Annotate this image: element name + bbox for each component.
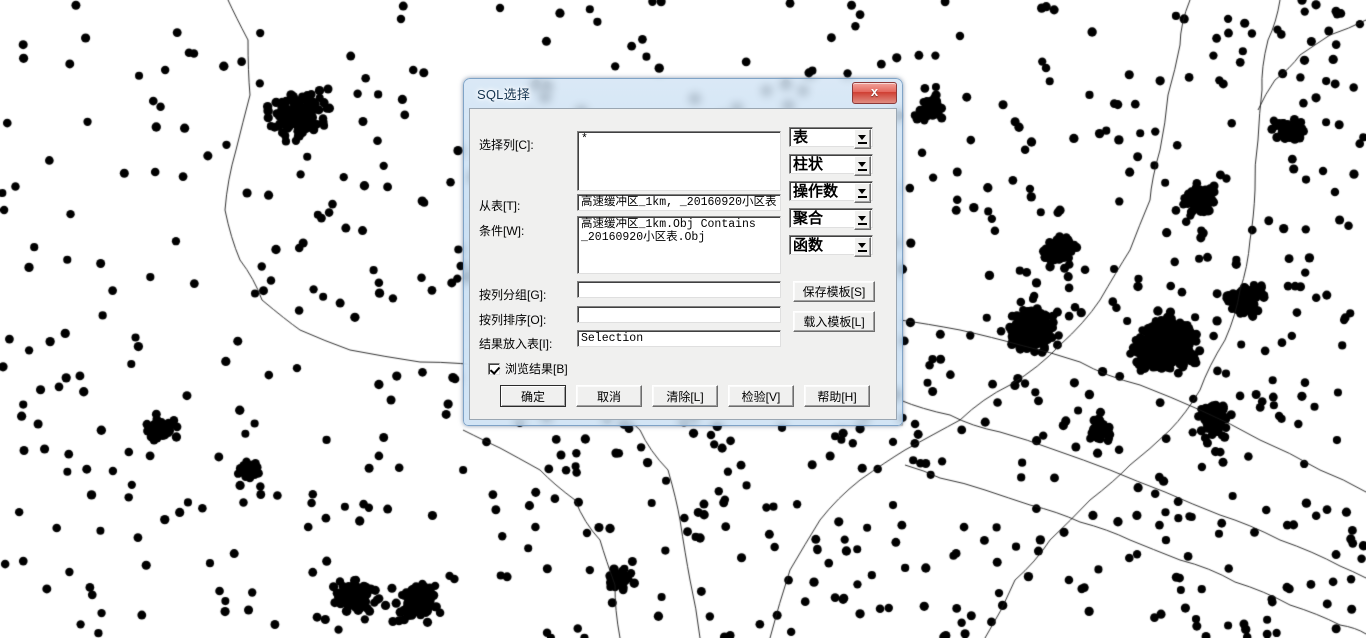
- combo-function-value: 函数: [793, 237, 824, 254]
- order-by-input[interactable]: [577, 306, 781, 323]
- combo-table-value: 表: [793, 129, 809, 146]
- save-template-button[interactable]: 保存模板[S]: [793, 281, 875, 302]
- from-table-input[interactable]: 高速缓冲区_1km, _20160920小区表: [577, 194, 781, 211]
- label-result-table: 结果放入表[I]:: [479, 337, 553, 351]
- select-columns-value: *: [581, 133, 588, 146]
- load-template-button[interactable]: 载入模板[L]: [793, 311, 875, 332]
- chevron-down-icon[interactable]: [854, 156, 871, 176]
- label-from-table: 从表[T]:: [479, 199, 521, 213]
- combo-column[interactable]: 柱状: [789, 154, 873, 176]
- combo-column-value: 柱状: [793, 156, 824, 173]
- dialog-title: SQL选择: [477, 87, 531, 102]
- condition-textarea[interactable]: 高速缓冲区_1km.Obj Contains _20160920小区表.Obj: [577, 216, 781, 274]
- clear-button[interactable]: 清除[L]: [652, 385, 718, 407]
- browse-result-checkbox[interactable]: 浏览结果[B]: [488, 360, 568, 377]
- dialog-client-area: 选择列[C]: 从表[T]: 条件[W]: 按列分组[G]: 按列排序[O]: …: [469, 108, 897, 420]
- from-table-value: 高速缓冲区_1km, _20160920小区表: [581, 196, 777, 209]
- close-button[interactable]: x: [852, 82, 897, 104]
- label-condition: 条件[W]:: [479, 224, 525, 238]
- select-columns-textarea[interactable]: *: [577, 131, 781, 191]
- chevron-down-icon[interactable]: [854, 237, 871, 257]
- checkbox-box-icon[interactable]: [488, 363, 500, 375]
- combo-aggregate[interactable]: 聚合: [789, 208, 873, 230]
- combo-operator-value: 操作数: [793, 183, 839, 200]
- combo-operator[interactable]: 操作数: [789, 181, 873, 203]
- dialog-titlebar[interactable]: SQL选择 x: [463, 78, 903, 108]
- close-icon: x: [870, 84, 879, 99]
- condition-value: 高速缓冲区_1km.Obj Contains _20160920小区表.Obj: [581, 218, 756, 244]
- ok-button[interactable]: 确定: [500, 385, 566, 407]
- browse-result-label: 浏览结果[B]: [505, 362, 568, 376]
- combo-table[interactable]: 表: [789, 127, 873, 149]
- cancel-button[interactable]: 取消: [576, 385, 642, 407]
- label-select-columns: 选择列[C]:: [479, 138, 534, 152]
- chevron-down-icon[interactable]: [854, 210, 871, 230]
- result-table-value: Selection: [581, 332, 644, 345]
- label-order-by: 按列排序[O]:: [479, 313, 547, 327]
- help-button[interactable]: 帮助[H]: [804, 385, 870, 407]
- label-group-by: 按列分组[G]:: [479, 288, 547, 302]
- combo-function[interactable]: 函数: [789, 235, 873, 257]
- sql-select-dialog: SQL选择 x 选择列[C]: 从表[T]: 条件[W]: 按列分组[G]: 按…: [463, 78, 903, 426]
- combo-aggregate-value: 聚合: [793, 210, 824, 227]
- verify-button[interactable]: 检验[V]: [728, 385, 794, 407]
- group-by-input[interactable]: [577, 281, 781, 298]
- chevron-down-icon[interactable]: [854, 183, 871, 203]
- chevron-down-icon[interactable]: [854, 129, 871, 149]
- result-table-input[interactable]: Selection: [577, 330, 781, 347]
